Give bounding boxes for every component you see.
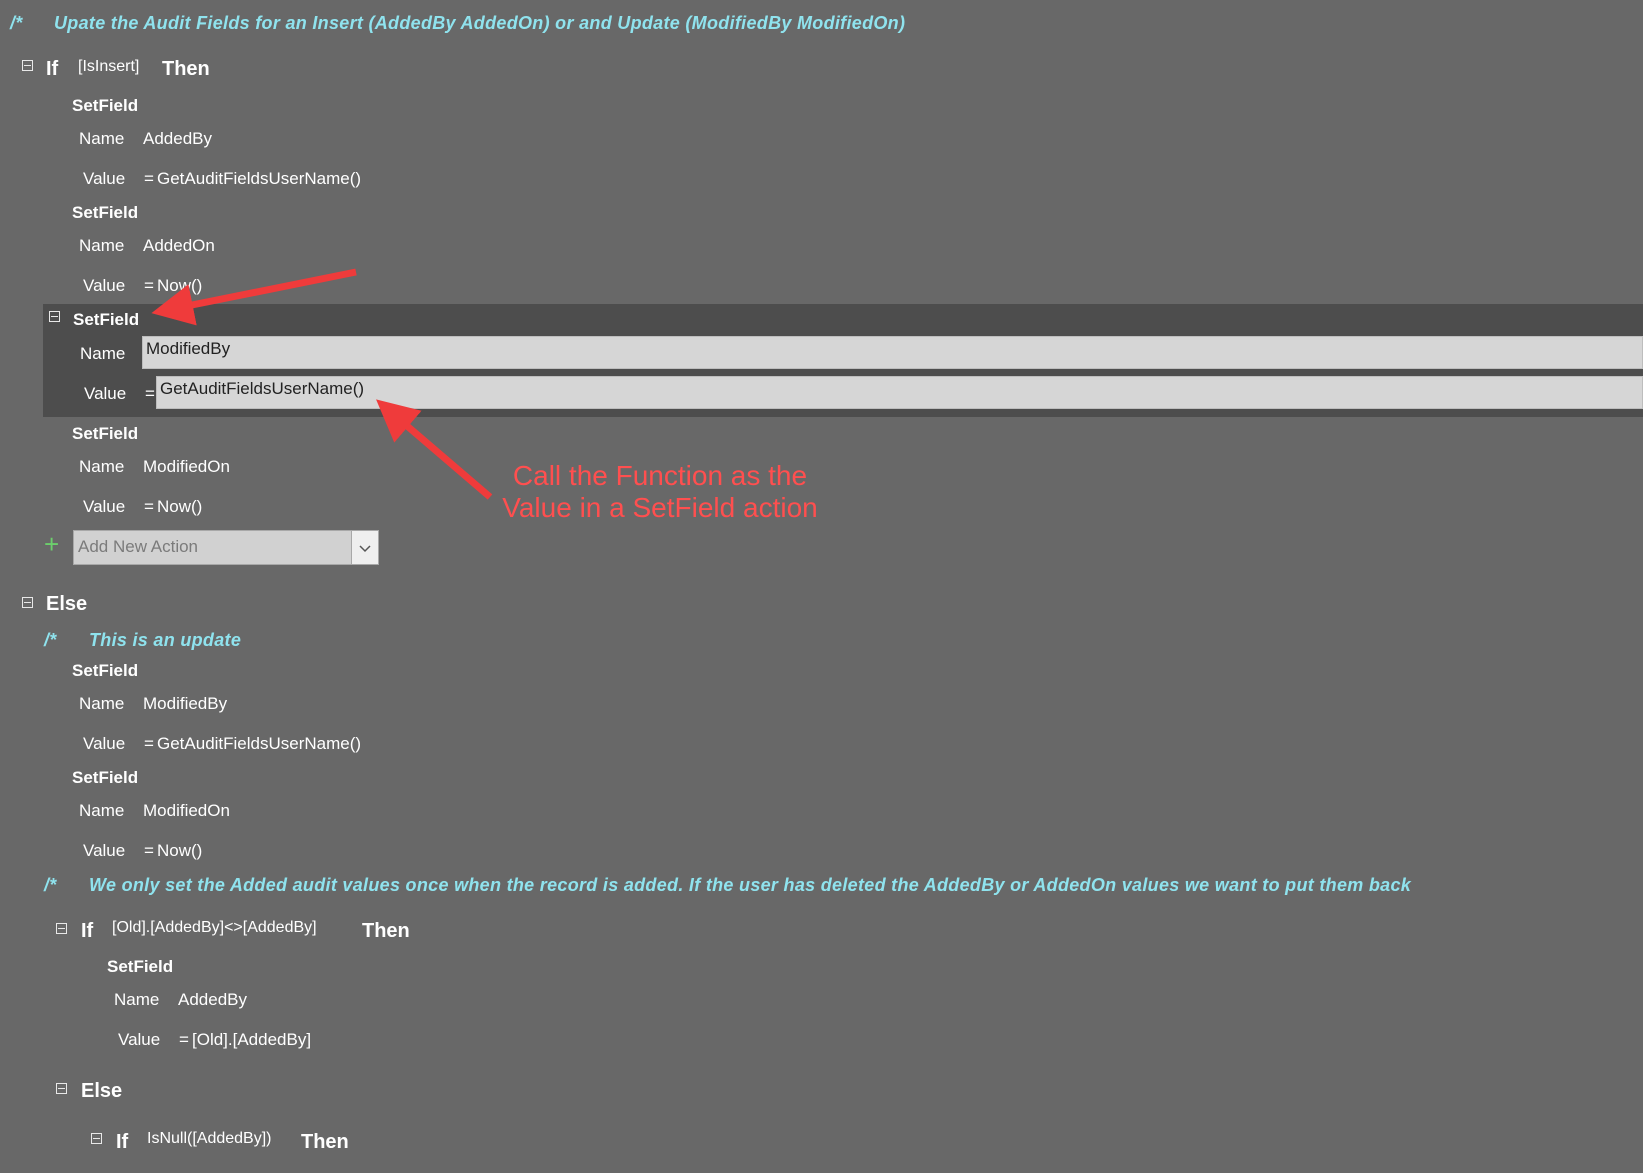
comment-text: This is an update [89, 630, 242, 650]
name-value[interactable]: AddedBy [178, 990, 247, 1010]
else-keyword: Else [81, 1080, 123, 1102]
name-value[interactable]: ModifiedBy [143, 694, 227, 714]
name-value[interactable]: ModifiedOn [143, 801, 230, 821]
annotation-callout: Call the Function as the Value in a SetF… [490, 460, 830, 524]
annotation-line-2: Value in a SetField action [502, 492, 818, 523]
value-expression[interactable]: GetAuditFieldsUserName() [157, 734, 361, 754]
setfield-action[interactable]: SetField [72, 768, 138, 788]
else-keyword: Else [46, 593, 88, 615]
collapse-toggle-icon[interactable] [56, 923, 67, 934]
setfield-action[interactable]: SetField [72, 661, 138, 681]
collapse-toggle-icon[interactable] [91, 1133, 102, 1144]
if-condition[interactable]: [Old].[AddedBy]<>[AddedBy] [112, 919, 317, 937]
then-keyword: Then [301, 1131, 349, 1153]
name-label: Name [79, 801, 125, 820]
value-expression[interactable]: [Old].[AddedBy] [192, 1030, 311, 1050]
value-label: Value [83, 841, 126, 860]
collapse-toggle-icon[interactable] [22, 597, 33, 608]
setfield-action[interactable]: SetField [107, 957, 173, 977]
equals-sign: = [144, 734, 154, 753]
collapse-toggle-icon[interactable] [56, 1083, 67, 1094]
annotation-line-1: Call the Function as the [512, 460, 808, 491]
arrow-to-value [376, 399, 493, 500]
value-label: Value [83, 734, 126, 753]
if-keyword: If [116, 1131, 129, 1153]
name-label: Name [79, 694, 125, 713]
name-label: Name [114, 990, 160, 1009]
comment-text: We only set the Added audit values once … [89, 875, 1412, 895]
comment-marker: /* [44, 875, 57, 895]
if-keyword: If [81, 920, 94, 942]
comment-marker: /* [44, 630, 57, 650]
value-label: Value [118, 1030, 161, 1049]
if-condition[interactable]: IsNull([AddedBy]) [147, 1130, 272, 1148]
then-keyword: Then [362, 920, 410, 942]
equals-sign: = [179, 1030, 189, 1049]
arrow-to-setfield [151, 268, 357, 326]
value-expression[interactable]: Now() [157, 841, 202, 861]
equals-sign: = [144, 841, 154, 860]
